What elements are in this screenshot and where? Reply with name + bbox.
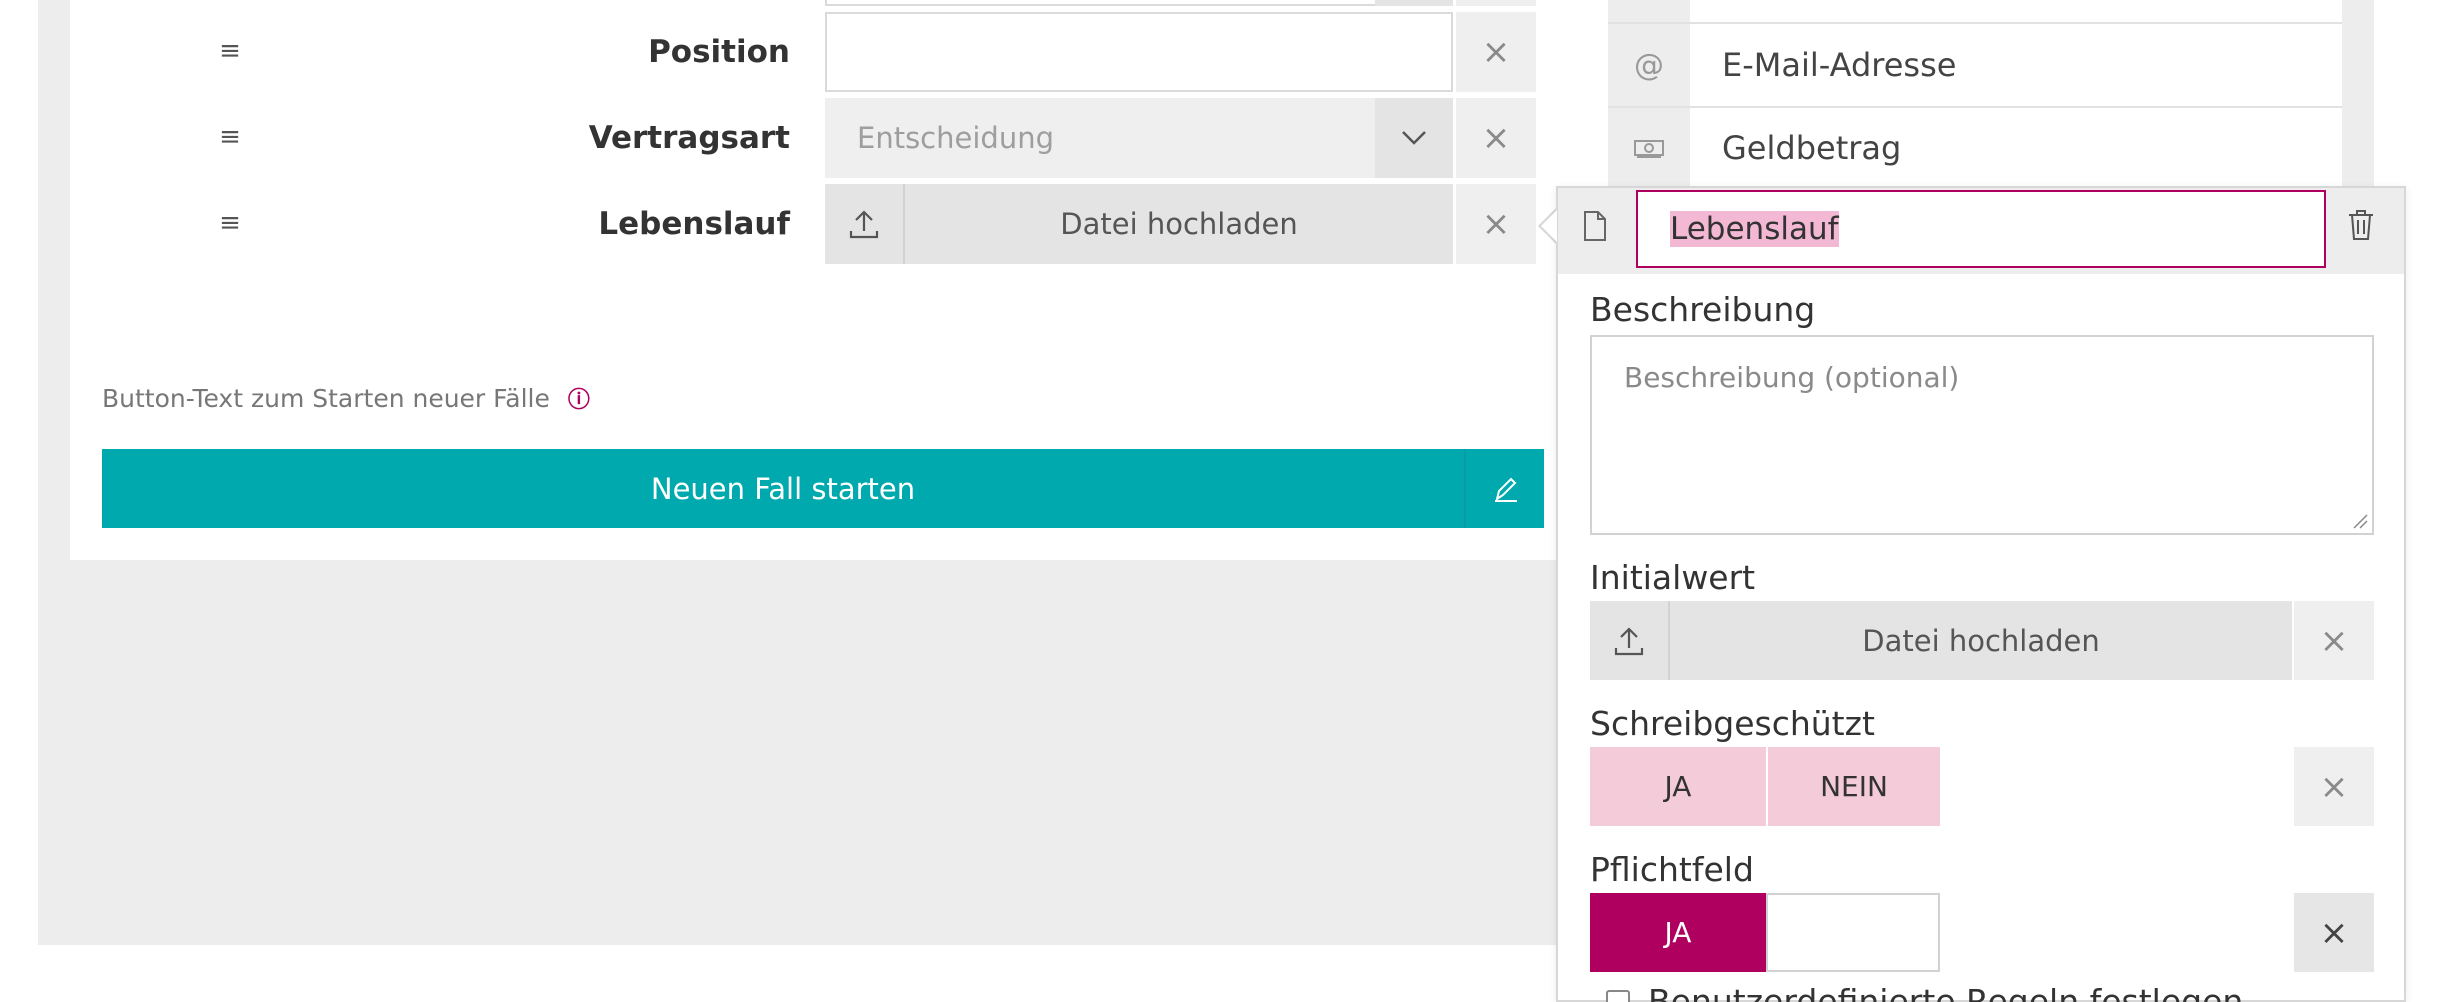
description-label: Beschreibung bbox=[1590, 290, 1816, 329]
list-item-icon bbox=[1608, 0, 1690, 22]
drag-handle-icon[interactable]: ≡ bbox=[210, 124, 250, 150]
position-input[interactable] bbox=[825, 12, 1453, 92]
file-icon bbox=[1582, 210, 1608, 246]
upload-label: Datei hochladen bbox=[1862, 623, 2100, 658]
readonly-no-label: NEIN bbox=[1820, 770, 1888, 803]
upload-icon bbox=[1614, 626, 1644, 655]
clear-position-button[interactable]: × bbox=[1456, 12, 1536, 92]
field-label-lebenslauf: Lebenslauf bbox=[598, 206, 790, 242]
edit-button-text-button[interactable] bbox=[1464, 449, 1544, 528]
clear-readonly-button[interactable]: × bbox=[2294, 747, 2374, 826]
chevron-down-icon bbox=[1402, 131, 1426, 145]
delete-field-button[interactable] bbox=[2346, 208, 2376, 246]
previous-field-clear-edge bbox=[1456, 0, 1536, 6]
field-type-list: @ E-Mail-Adresse Geldbetrag bbox=[1608, 0, 2374, 190]
readonly-no-button[interactable]: NEIN bbox=[1768, 747, 1940, 826]
previous-field-edge bbox=[825, 0, 1453, 6]
initial-upload-button[interactable] bbox=[1590, 601, 1670, 680]
drag-handle-icon[interactable]: ≡ bbox=[210, 210, 250, 236]
close-icon: × bbox=[2319, 620, 2349, 661]
clear-initial-value-button[interactable]: × bbox=[2294, 601, 2374, 680]
custom-rules-label: Benutzerdefinierte Regeln festlegen bbox=[1648, 982, 2244, 1002]
list-item-label: E-Mail-Adresse bbox=[1722, 46, 1957, 84]
clear-required-button[interactable]: × bbox=[2294, 893, 2374, 972]
required-yes-button[interactable]: JA bbox=[1590, 893, 1766, 972]
info-icon[interactable]: ⓘ bbox=[568, 382, 590, 414]
start-new-case-button[interactable]: Neuen Fall starten bbox=[102, 449, 1464, 528]
upload-icon bbox=[849, 210, 879, 239]
vertragsart-select[interactable]: Entscheidung bbox=[825, 98, 1375, 178]
upload-file-button[interactable]: Datei hochladen bbox=[905, 184, 1453, 264]
close-icon: × bbox=[2319, 912, 2349, 953]
previous-field-button-edge bbox=[1375, 0, 1453, 6]
button-text-label: Button-Text zum Starten neuer Fälle bbox=[102, 383, 550, 413]
trash-icon bbox=[2349, 210, 2373, 240]
custom-rules-option[interactable]: Benutzerdefinierte Regeln festlegen bbox=[1606, 982, 2243, 1002]
upload-label: Datei hochladen bbox=[1060, 207, 1298, 241]
readonly-yes-button[interactable]: JA bbox=[1590, 747, 1766, 826]
clear-lebenslauf-button[interactable]: × bbox=[1456, 184, 1536, 264]
list-item-money[interactable]: Geldbetrag bbox=[1608, 108, 2342, 190]
drag-handle-icon[interactable]: ≡ bbox=[210, 38, 250, 64]
close-icon: × bbox=[2319, 766, 2349, 807]
list-item-label: Geldbetrag bbox=[1722, 129, 1902, 167]
dropdown-toggle[interactable] bbox=[1375, 98, 1453, 178]
at-icon: @ bbox=[1608, 24, 1690, 106]
custom-rules-checkbox[interactable] bbox=[1606, 989, 1630, 1002]
popover-arrow-inner bbox=[1541, 210, 1557, 242]
description-textarea[interactable]: Beschreibung (optional) bbox=[1590, 335, 2374, 535]
money-icon bbox=[1608, 108, 1690, 188]
readonly-label: Schreibgeschützt bbox=[1590, 704, 1875, 743]
readonly-yes-label: JA bbox=[1664, 770, 1692, 803]
initial-upload-file-button[interactable]: Datei hochladen bbox=[1670, 601, 2292, 680]
button-text-hint: Button-Text zum Starten neuer Fälle ⓘ bbox=[102, 382, 590, 414]
list-item-email[interactable]: @ E-Mail-Adresse bbox=[1608, 24, 2342, 108]
upload-button[interactable] bbox=[825, 184, 905, 264]
field-name-input[interactable]: Lebenslauf bbox=[1636, 190, 2326, 268]
start-button-label: Neuen Fall starten bbox=[650, 471, 916, 506]
field-label-vertragsart: Vertragsart bbox=[588, 120, 790, 156]
initial-value-label: Initialwert bbox=[1590, 558, 1756, 597]
close-icon: × bbox=[1481, 32, 1511, 72]
list-item[interactable] bbox=[1608, 0, 2342, 24]
required-label: Pflichtfeld bbox=[1590, 850, 1754, 889]
pencil-icon bbox=[1495, 477, 1517, 502]
resize-handle-icon[interactable] bbox=[2352, 513, 2368, 529]
description-placeholder: Beschreibung (optional) bbox=[1624, 361, 1960, 394]
required-yes-label: JA bbox=[1664, 916, 1692, 949]
required-no-button[interactable] bbox=[1766, 893, 1940, 972]
close-icon: × bbox=[1481, 118, 1511, 158]
field-label-position: Position bbox=[648, 34, 790, 70]
clear-vertragsart-button[interactable]: × bbox=[1456, 98, 1536, 178]
field-name-value: Lebenslauf bbox=[1670, 211, 1839, 247]
close-icon: × bbox=[1481, 204, 1511, 244]
select-placeholder: Entscheidung bbox=[857, 121, 1054, 155]
